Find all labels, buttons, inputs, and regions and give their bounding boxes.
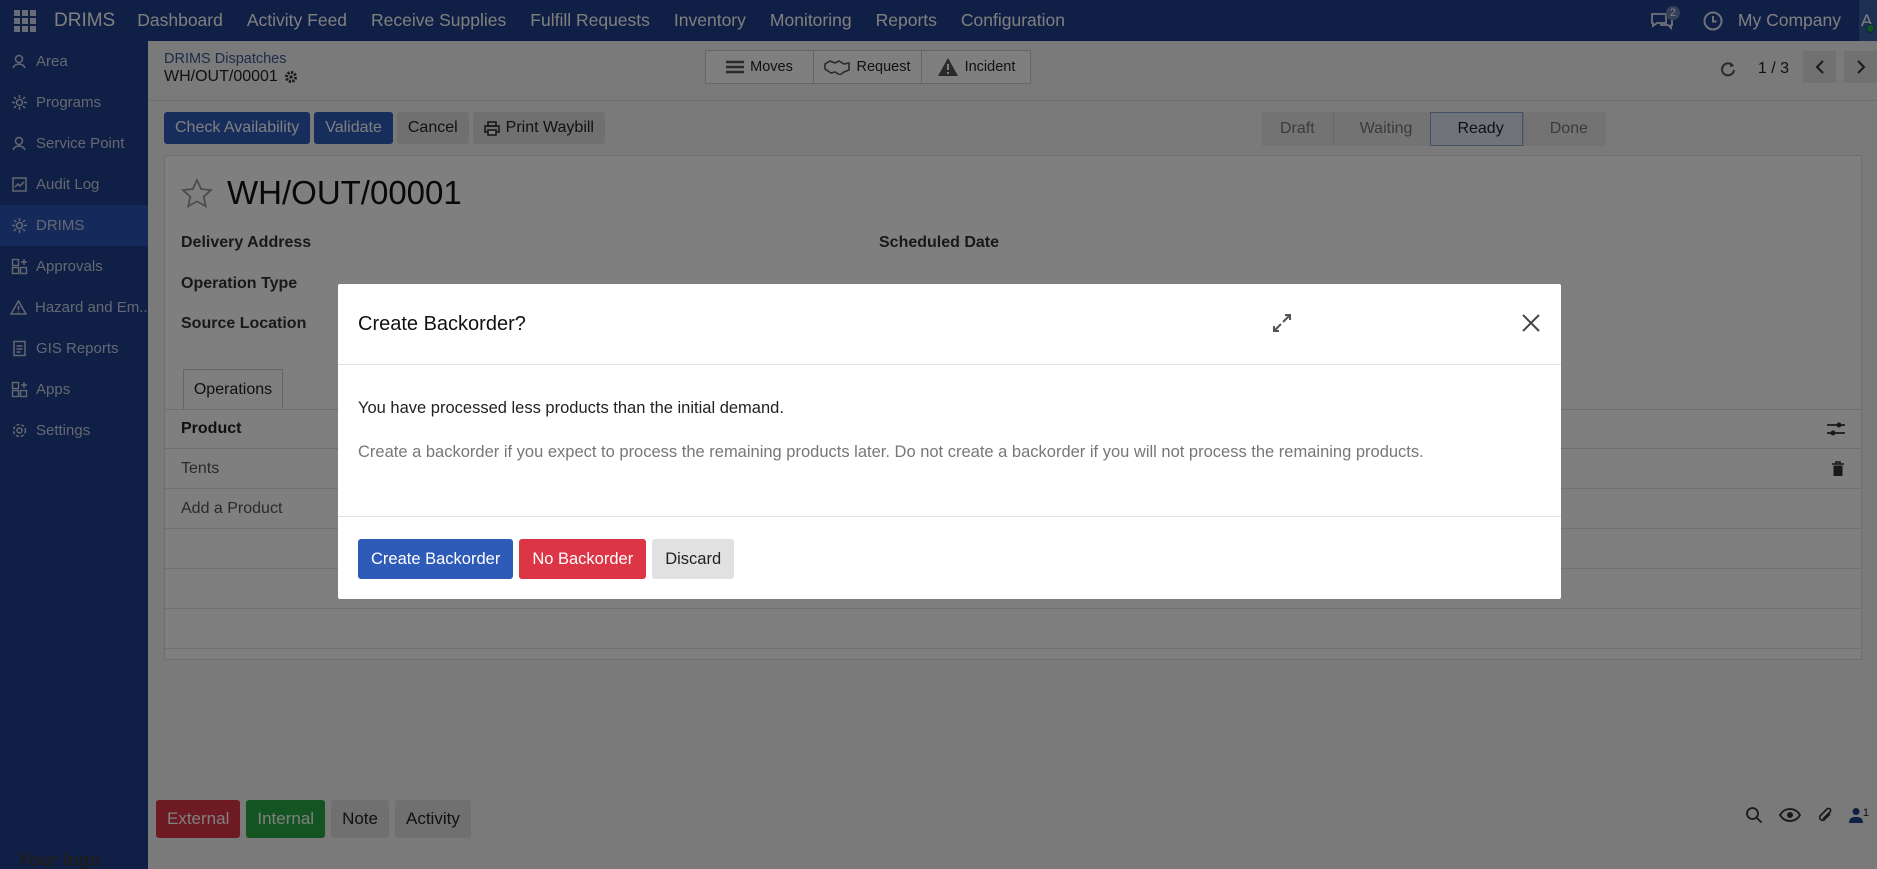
expand-icon (1273, 314, 1291, 332)
close-button[interactable] (1521, 313, 1541, 333)
dialog-header: Create Backorder? (338, 284, 1561, 365)
dialog-footer: Create Backorder No Backorder Discard (338, 517, 1561, 579)
dialog-title: Create Backorder? (358, 312, 526, 335)
close-icon (1522, 314, 1540, 332)
expand-button[interactable] (1272, 313, 1292, 333)
create-backorder-dialog: Create Backorder? You have processed les… (338, 284, 1561, 599)
discard-button[interactable]: Discard (652, 539, 735, 579)
dialog-body: You have processed less products than th… (338, 365, 1561, 517)
no-backorder-button[interactable]: No Backorder (519, 539, 647, 579)
dialog-message: You have processed less products than th… (358, 399, 784, 417)
create-backorder-button[interactable]: Create Backorder (358, 539, 514, 579)
dialog-hint: Create a backorder if you expect to proc… (358, 443, 1424, 461)
